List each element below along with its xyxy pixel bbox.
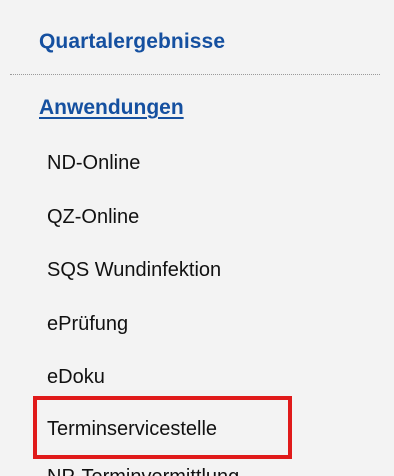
nav-heading-anwendungen[interactable]: Anwendungen	[39, 96, 184, 120]
nav-item-np-terminvermittlung[interactable]: NP-Terminvermittlung	[47, 466, 239, 476]
highlight-annotation	[33, 396, 292, 459]
nav-link-quartalergebnisse[interactable]: Quartalergebnisse	[39, 30, 225, 54]
sidebar-nav: Quartalergebnisse Anwendungen ND-Online …	[0, 0, 394, 476]
divider	[10, 74, 380, 75]
nav-item-nd-online[interactable]: ND-Online	[47, 152, 140, 175]
nav-item-qz-online[interactable]: QZ-Online	[47, 206, 139, 229]
nav-item-edoku[interactable]: eDoku	[47, 366, 105, 389]
nav-item-epruefung[interactable]: ePrüfung	[47, 313, 128, 336]
nav-item-sqs-wundinfektion[interactable]: SQS Wundinfektion	[47, 259, 221, 282]
